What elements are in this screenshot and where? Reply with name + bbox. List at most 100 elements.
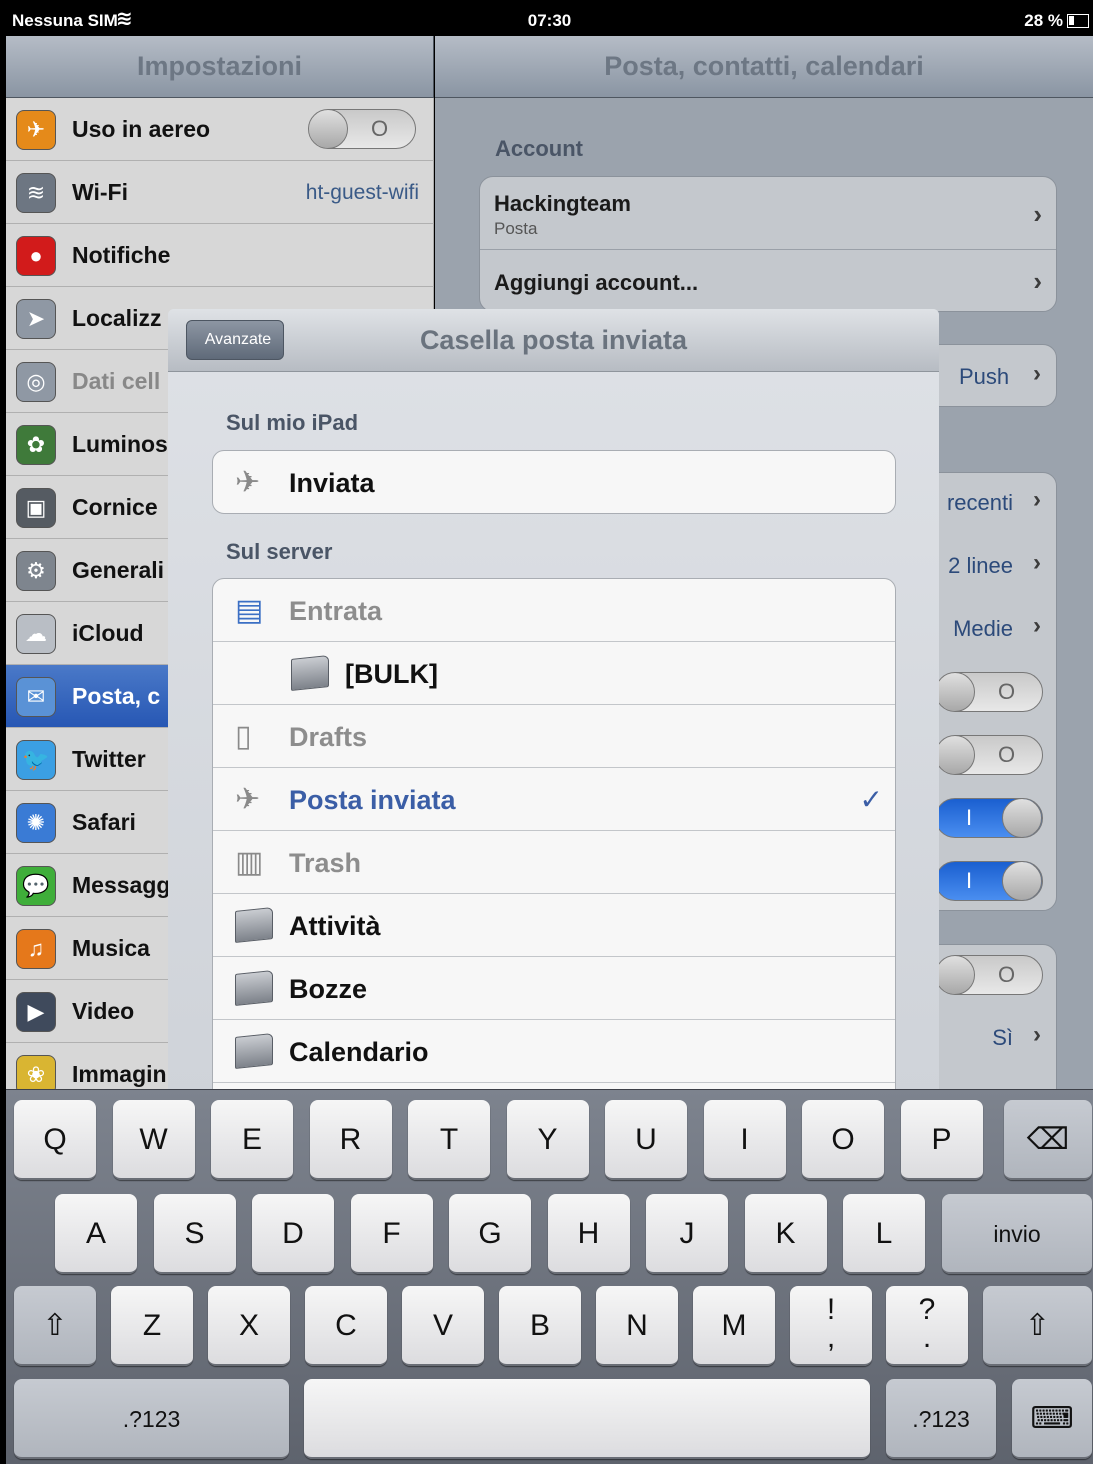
accounts-group: Hackingteam Posta › Aggiungi account... … bbox=[479, 176, 1057, 312]
key-s[interactable]: S bbox=[153, 1194, 236, 1274]
key-glyph-top: ? bbox=[918, 1293, 936, 1326]
account-name: Hackingteam bbox=[494, 191, 631, 216]
folder-icon bbox=[235, 1033, 273, 1076]
toggle-state: O bbox=[371, 116, 389, 141]
account-hackingteam[interactable]: Hackingteam Posta › bbox=[480, 177, 1056, 250]
detail-option-value: recenti bbox=[946, 490, 1013, 515]
server-mailboxes-group: ▤ Entrata [BULK] ▯ Drafts ✈ Posta inviata ✓ ▥ Tra… bbox=[212, 578, 896, 1099]
mailbox-row-bulk[interactable]: [BULK] bbox=[213, 642, 895, 705]
mailbox-row-inviata[interactable]: ✈ Inviata bbox=[213, 451, 895, 513]
key-q[interactable]: Q bbox=[14, 1100, 96, 1180]
key-y[interactable]: Y bbox=[506, 1100, 589, 1180]
settings-item-label: Localizz bbox=[72, 305, 162, 331]
mailbox-label: Entrata bbox=[289, 596, 383, 626]
wifi-icon: ≋ bbox=[16, 173, 56, 213]
checkmark-icon: ✓ bbox=[859, 784, 883, 815]
toggle-knob bbox=[936, 956, 975, 994]
key-x[interactable]: X bbox=[208, 1286, 290, 1366]
settings-item-label: Posta, c bbox=[72, 683, 161, 709]
detail-option-value: 2 linee bbox=[948, 553, 1013, 578]
key-m[interactable]: M bbox=[693, 1286, 775, 1366]
detail-option-toggle[interactable]: O bbox=[935, 955, 1043, 995]
inbox-icon: ▤ bbox=[235, 594, 264, 627]
key-g[interactable]: G bbox=[449, 1194, 531, 1274]
mailbox-row-drafts: ▯ Drafts bbox=[213, 705, 895, 768]
settings-item-wi-fi[interactable]: ≋ Wi-Fi ht-guest-wifi bbox=[6, 161, 434, 224]
fetch-new-data-value: Push bbox=[959, 364, 1010, 389]
cellular-icon: ◎ bbox=[16, 362, 56, 402]
shift-icon[interactable]: ⇧ bbox=[983, 1286, 1092, 1366]
sent-paper-plane-icon: ✈ bbox=[235, 466, 261, 499]
mailbox-row-trash: ▥ Trash bbox=[213, 831, 895, 894]
add-account-row[interactable]: Aggiungi account... › bbox=[480, 250, 1056, 311]
key-glyph-top: ! bbox=[826, 1293, 836, 1326]
brightness-icon: ✿ bbox=[16, 425, 56, 465]
settings-item-notifiche[interactable]: ● Notifiche bbox=[6, 224, 434, 287]
key-j[interactable]: J bbox=[646, 1194, 728, 1274]
mailbox-label: Posta inviata bbox=[289, 785, 456, 815]
shift-icon[interactable]: ⇧ bbox=[14, 1286, 96, 1366]
key-t[interactable]: T bbox=[408, 1100, 490, 1180]
settings-item-label: Messagg bbox=[72, 872, 171, 898]
mailbox-row-posta-inviata[interactable]: ✈ Posta inviata ✓ bbox=[213, 768, 895, 831]
mailbox-label: Attività bbox=[289, 911, 381, 941]
mailbox-label: Bozze bbox=[289, 974, 368, 1004]
key-b[interactable]: B bbox=[499, 1286, 581, 1366]
key-v[interactable]: V bbox=[402, 1286, 484, 1366]
key-c[interactable]: C bbox=[305, 1286, 387, 1366]
mailbox-row-attivit[interactable]: Attività bbox=[213, 894, 895, 957]
folder-icon bbox=[291, 655, 329, 698]
airplane-mode-toggle[interactable]: O bbox=[308, 109, 416, 149]
detail-option-toggle[interactable]: I bbox=[935, 861, 1043, 901]
mailbox-row-bozze[interactable]: Bozze bbox=[213, 957, 895, 1020]
mailbox-label: Trash bbox=[289, 848, 362, 878]
drafts-icon: ▯ bbox=[235, 720, 252, 753]
chevron-right-icon: › bbox=[1033, 199, 1042, 229]
mailbox-row-calendario[interactable]: Calendario bbox=[213, 1020, 895, 1083]
local-section-header: Sul mio iPad bbox=[226, 410, 359, 435]
local-mailboxes-group: ✈ Inviata bbox=[212, 450, 896, 514]
video-icon: ▶ bbox=[16, 992, 56, 1032]
backspace-icon[interactable]: ⌫ bbox=[1004, 1100, 1092, 1180]
toggle-state: O bbox=[998, 679, 1016, 704]
detail-option-value: Medie bbox=[953, 616, 1013, 641]
key-punct2[interactable]: ?. bbox=[886, 1286, 968, 1366]
return-key[interactable]: invio bbox=[942, 1194, 1092, 1274]
keyboard-dismiss-icon[interactable]: ⌨ bbox=[1012, 1379, 1092, 1459]
detail-option-toggle[interactable]: I bbox=[935, 798, 1043, 838]
key-f[interactable]: F bbox=[350, 1194, 433, 1274]
sent-mailbox-popover: Avanzate Casella posta inviata Sul mio i… bbox=[168, 309, 939, 1099]
key-r[interactable]: R bbox=[309, 1100, 392, 1180]
key-o[interactable]: O bbox=[802, 1100, 884, 1180]
location-icon: ➤ bbox=[16, 299, 56, 339]
mailbox-label: Calendario bbox=[289, 1037, 429, 1067]
detail-option-toggle[interactable]: O bbox=[935, 672, 1043, 712]
key-h[interactable]: H bbox=[547, 1194, 630, 1274]
key-i[interactable]: I bbox=[703, 1100, 786, 1180]
twitter-icon: 🐦 bbox=[16, 740, 56, 780]
key-a[interactable]: A bbox=[55, 1194, 137, 1274]
numbers-key[interactable]: .?123 bbox=[14, 1379, 289, 1459]
space-bar[interactable] bbox=[304, 1379, 870, 1459]
key-d[interactable]: D bbox=[252, 1194, 334, 1274]
key-k[interactable]: K bbox=[744, 1194, 827, 1274]
key-l[interactable]: L bbox=[843, 1194, 925, 1274]
airplane-icon: ✈ bbox=[16, 110, 56, 150]
detail-option-toggle[interactable]: O bbox=[935, 735, 1043, 775]
mailbox-row-entrata: ▤ Entrata bbox=[213, 579, 895, 642]
settings-item-value: ht-guest-wifi bbox=[305, 181, 419, 204]
key-w[interactable]: W bbox=[112, 1100, 195, 1180]
mailbox-label: Inviata bbox=[289, 468, 375, 498]
key-u[interactable]: U bbox=[605, 1100, 687, 1180]
key-z[interactable]: Z bbox=[111, 1286, 193, 1366]
server-section-header: Sul server bbox=[226, 539, 333, 564]
settings-item-uso-in-aereo[interactable]: ✈ Uso in aereo O bbox=[6, 98, 434, 161]
settings-item-label: Video bbox=[72, 998, 135, 1024]
key-p[interactable]: P bbox=[900, 1100, 983, 1180]
key-e[interactable]: E bbox=[211, 1100, 293, 1180]
settings-item-label: Cornice bbox=[72, 494, 158, 520]
key-n[interactable]: N bbox=[596, 1286, 678, 1366]
numbers-key[interactable]: .?123 bbox=[886, 1379, 996, 1459]
chevron-right-icon: › bbox=[1033, 549, 1041, 576]
key-punct1[interactable]: !, bbox=[790, 1286, 872, 1366]
